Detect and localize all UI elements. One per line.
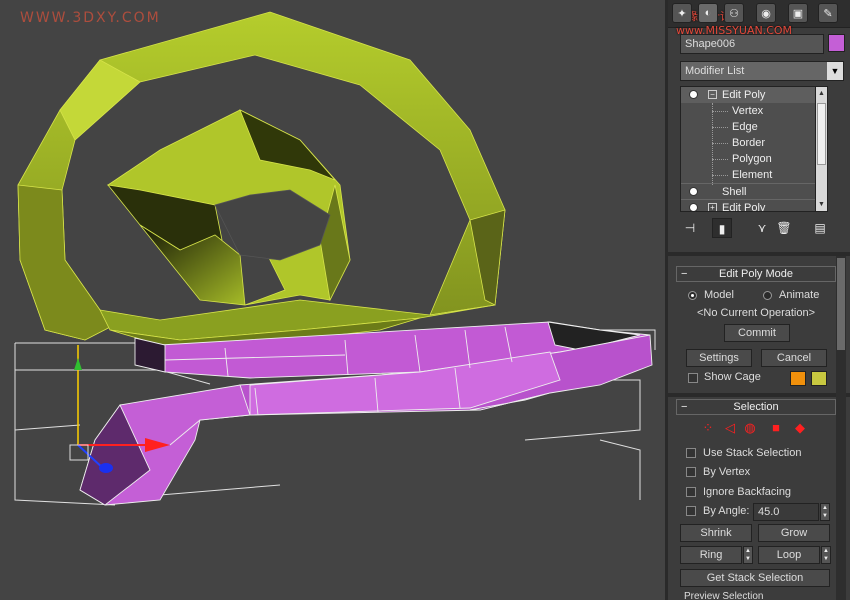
stack-item-edit-poly-2[interactable]: + Edit Poly <box>681 199 827 211</box>
magenta-track-mesh <box>79 321 653 506</box>
use-stack-selection-checkbox[interactable] <box>686 448 696 458</box>
stack-item-element[interactable]: Element <box>681 167 827 183</box>
stack-item-polygon[interactable]: Polygon <box>681 151 827 167</box>
object-color-swatch[interactable] <box>828 34 845 52</box>
stack-toolbar: ⊣ ▮ ⋎ 🗑 ▤ <box>680 216 845 240</box>
ring-button[interactable]: Ring <box>680 546 742 564</box>
hierarchy-icon[interactable]: ⚇ <box>724 3 744 23</box>
model-radio[interactable] <box>688 291 697 300</box>
modifier-stack: − Edit Poly Vertex Edge Border Polygon E… <box>680 86 828 212</box>
lightbulb-icon[interactable] <box>689 90 698 99</box>
model-label: Model <box>704 289 734 301</box>
command-panel: 思缘设计论坛 www.MISSYUAN.COM ✦ ◐ ⚇ ◉ ▣ ✎ Shap… <box>665 0 850 600</box>
minus-icon: − <box>681 401 688 413</box>
panel-scrollbar[interactable] <box>836 256 846 600</box>
show-cage-checkbox[interactable] <box>688 373 698 383</box>
ignore-backfacing-label: Ignore Backfacing <box>703 486 792 498</box>
expand-icon[interactable]: + <box>708 203 717 211</box>
lightbulb-icon[interactable] <box>689 187 698 196</box>
angle-spinner[interactable]: ▲ ▼ <box>820 503 830 521</box>
current-operation-label: <No Current Operation> <box>697 307 816 319</box>
scroll-thumb[interactable] <box>817 103 826 165</box>
scroll-down-icon[interactable]: ▼ <box>816 198 827 211</box>
animate-label: Animate <box>779 289 820 301</box>
vertex-mode-icon[interactable]: ⁘ <box>700 420 716 436</box>
motion-icon[interactable]: ◉ <box>756 3 776 23</box>
stack-item-edge[interactable]: Edge <box>681 119 827 135</box>
cage-color-swatch-1[interactable] <box>790 371 806 386</box>
cage-color-swatch-2[interactable] <box>811 371 827 386</box>
element-mode-icon[interactable]: ◆ <box>792 420 808 436</box>
selection-rollout-header[interactable]: − Selection <box>676 399 836 415</box>
grow-button[interactable]: Grow <box>758 524 830 542</box>
cancel-button[interactable]: Cancel <box>761 349 827 367</box>
polygon-mode-icon[interactable]: ■ <box>768 420 784 436</box>
inner-tunnel-mesh <box>106 109 351 306</box>
stack-item-vertex[interactable]: Vertex <box>681 103 827 119</box>
get-stack-selection-button[interactable]: Get Stack Selection <box>680 569 830 587</box>
perspective-viewport[interactable]: WWW.3DXY.COM <box>0 0 665 600</box>
by-angle-label: By Angle: <box>703 505 750 517</box>
pin-stack-icon[interactable]: ⊣ <box>680 218 700 238</box>
commit-button[interactable]: Commit <box>724 324 790 342</box>
modify-icon[interactable]: ◐ <box>698 3 718 23</box>
loop-spinner[interactable]: ▲ ▼ <box>821 546 831 564</box>
show-end-result-icon[interactable]: ▮ <box>712 218 732 238</box>
make-unique-icon[interactable]: ⋎ <box>752 218 772 238</box>
by-angle-checkbox[interactable] <box>686 506 696 516</box>
lightbulb-icon[interactable] <box>689 203 698 211</box>
remove-modifier-icon[interactable]: 🗑 <box>774 218 794 238</box>
create-icon[interactable]: ✦ <box>672 3 692 23</box>
stack-scrollbar[interactable]: ▲ ▼ <box>815 87 827 211</box>
object-name-field[interactable]: Shape006 <box>680 34 824 54</box>
viewport-scene <box>14 11 656 506</box>
stack-item-shell[interactable]: Shell <box>681 183 827 199</box>
display-icon[interactable]: ▣ <box>788 3 808 23</box>
panel-scroll-thumb[interactable] <box>837 258 845 350</box>
by-vertex-label: By Vertex <box>703 466 751 478</box>
modifier-list-label: Modifier List <box>685 65 745 77</box>
stack-item-edit-poly[interactable]: − Edit Poly <box>681 87 827 103</box>
animate-radio[interactable] <box>763 291 772 300</box>
settings-button[interactable]: Settings <box>686 349 752 367</box>
scroll-up-icon[interactable]: ▲ <box>816 87 827 100</box>
by-angle-input[interactable]: 45.0 <box>753 503 819 521</box>
modifier-list-dropdown[interactable]: Modifier List ▼ <box>680 61 844 81</box>
configure-sets-icon[interactable]: ▤ <box>810 218 830 238</box>
separator <box>668 252 850 256</box>
collapse-icon[interactable]: − <box>708 90 717 99</box>
ring-spinner[interactable]: ▲ ▼ <box>743 546 753 564</box>
minus-icon: − <box>681 268 688 280</box>
stack-item-border[interactable]: Border <box>681 135 827 151</box>
by-vertex-checkbox[interactable] <box>686 467 696 477</box>
preview-selection-label: Preview Selection <box>684 591 764 600</box>
loop-button[interactable]: Loop <box>758 546 820 564</box>
ignore-backfacing-checkbox[interactable] <box>686 487 696 497</box>
border-mode-icon[interactable]: ◍ <box>742 420 758 436</box>
edit-poly-mode-rollout-header[interactable]: − Edit Poly Mode <box>676 266 836 282</box>
show-cage-label: Show Cage <box>704 371 761 383</box>
chevron-down-icon: ▼ <box>827 62 843 80</box>
separator <box>668 393 850 397</box>
edge-mode-icon[interactable]: ◁ <box>722 420 738 436</box>
utilities-icon[interactable]: ✎ <box>818 3 838 23</box>
shrink-button[interactable]: Shrink <box>680 524 752 542</box>
use-stack-selection-label: Use Stack Selection <box>703 447 802 459</box>
panel-tabs: 思缘设计论坛 www.MISSYUAN.COM ✦ ◐ ⚇ ◉ ▣ ✎ <box>668 0 850 37</box>
